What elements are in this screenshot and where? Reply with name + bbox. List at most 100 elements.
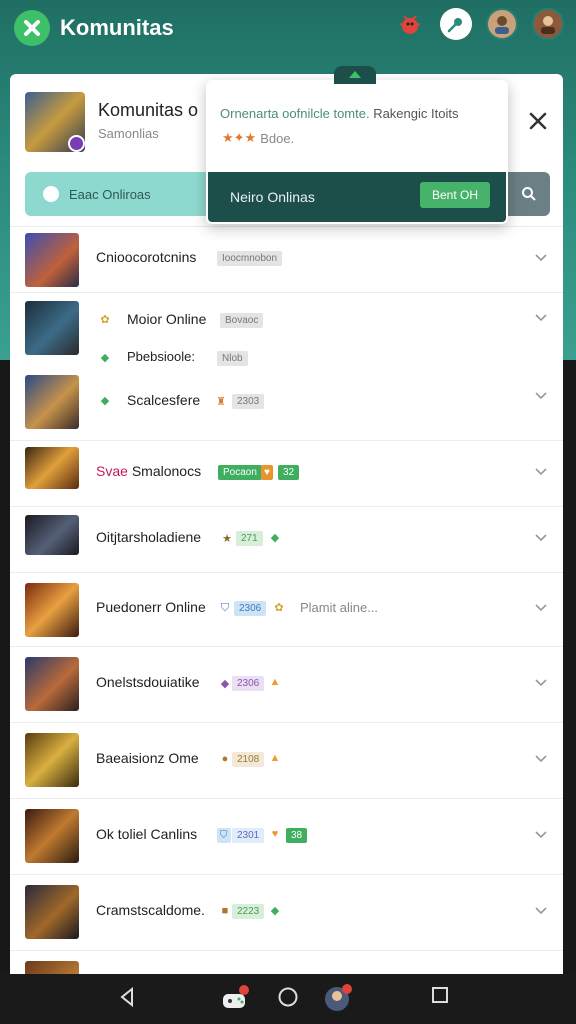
search-input[interactable]: Eaac Onliroas — [25, 172, 225, 216]
home-icon[interactable] — [277, 986, 299, 1008]
popup-action-bar: Neiro Onlinas Bent OH — [208, 172, 506, 222]
leaf-icon: ◆ — [100, 394, 110, 407]
item-name-text: Smalonocs — [131, 463, 202, 479]
game-thumbnail — [25, 233, 79, 287]
shield-tag: ⛉ — [217, 828, 231, 843]
profile-avatar-icon[interactable] — [323, 983, 353, 1013]
item-tag: Nlob — [217, 351, 248, 366]
chevron-down-icon[interactable] — [533, 529, 549, 545]
popup-action-button[interactable]: Bent OH — [420, 182, 490, 208]
gamepad-icon[interactable] — [220, 984, 250, 1014]
popup-text: Ornenarta oofnilcle tomte. Rakengic Itoi… — [220, 106, 458, 121]
item-extra: Plamit aline... — [300, 600, 379, 615]
chest-icon: ■ — [221, 905, 229, 917]
item-name: Baeaisionz Ome — [96, 750, 199, 766]
gem-icon: ◆ — [220, 677, 230, 690]
x-logo-icon[interactable] — [14, 10, 50, 46]
item-name: Scalcesfere — [127, 392, 201, 408]
item-tag: 271 — [236, 531, 263, 546]
chevron-down-icon[interactable] — [533, 902, 549, 918]
list-item[interactable]: Svae Smalonocs Pocaon ♥ 32 — [10, 440, 563, 506]
item-tag: Bovaoc — [220, 313, 264, 328]
warning-icon: ▲ — [269, 752, 281, 764]
chevron-down-icon[interactable] — [533, 599, 549, 615]
item-name: Puedonerr Online — [96, 599, 206, 615]
chevron-down-icon[interactable] — [533, 249, 549, 265]
item-name: Cnioocorotcnins — [96, 249, 197, 265]
item-name: Moior Online — [127, 311, 207, 327]
badge-icon — [68, 135, 85, 152]
search-chip-icon — [43, 186, 59, 202]
item-name: Ok toliel Canlins — [96, 826, 198, 842]
game-thumbnail — [25, 809, 79, 863]
item-name: Svae Smalonocs — [96, 463, 201, 479]
trophy-icon: ♜ — [216, 395, 226, 408]
leaf-icon: ◆ — [100, 351, 110, 364]
list-item[interactable] — [10, 950, 563, 974]
recent-apps-icon[interactable] — [431, 986, 449, 1004]
friend-avatar[interactable] — [532, 8, 564, 40]
popup-text-green: Ornenarta oofnilcle tomte. — [220, 106, 370, 121]
community-popup: Ornenarta oofnilcle tomte. Rakengic Itoi… — [206, 80, 508, 224]
close-icon[interactable] — [527, 110, 549, 132]
panel-title: Komunitas o — [98, 100, 199, 120]
item-name: Onelstsdouiatike — [96, 674, 200, 690]
popup-text-dark: Rakengic Itoits — [369, 106, 459, 121]
popup-pointer — [334, 66, 376, 84]
list-item[interactable]: Cramstscaldome. ■ 2223 ◆ — [10, 874, 563, 950]
chevron-down-icon[interactable] — [533, 674, 549, 690]
community-list: Cnioocorotcnins Ioocmnobon ✿ Moior Onlin… — [10, 226, 563, 974]
flower-icon: ✿ — [100, 313, 110, 326]
list-item[interactable]: Ok toliel Canlins ⛉ 2301 ♥ 38 — [10, 798, 563, 874]
app-bar: Komunitas — [0, 0, 576, 56]
chevron-down-icon[interactable] — [533, 826, 549, 842]
leaf-icon: ◆ — [270, 904, 280, 917]
popup-rating-label: Bdoe. — [260, 130, 295, 146]
user-avatar[interactable] — [486, 8, 518, 40]
popup-rating: ★✦★ Bdoe. — [222, 130, 294, 146]
item-tag: 32 — [278, 465, 300, 480]
item-name: Cramstscaldome. — [96, 902, 205, 918]
game-thumbnail — [25, 733, 79, 787]
crown-icon: ✿ — [274, 601, 284, 614]
list-item[interactable]: Puedonerr Online ⛉ 2306 ✿ Plamit aline..… — [10, 572, 563, 646]
warning-icon: ▲ — [269, 676, 281, 688]
search-button[interactable] — [508, 172, 550, 216]
list-item[interactable]: Cnioocorotcnins Ioocmnobon — [10, 226, 563, 292]
list-item[interactable]: Baeaisionz Ome ● 2108 ▲ — [10, 722, 563, 798]
game-thumbnail — [25, 515, 79, 555]
system-nav-bar — [0, 974, 576, 1024]
item-tag: Pocaon — [218, 465, 262, 480]
game-thumbnail — [25, 375, 79, 429]
key-icon[interactable] — [440, 8, 472, 40]
chevron-down-icon[interactable] — [533, 463, 549, 479]
item-name-prefix: Svae — [96, 463, 128, 479]
chevron-down-icon[interactable] — [533, 309, 549, 325]
shield-icon: ⛉ — [220, 601, 230, 614]
game-thumbnail — [25, 583, 79, 637]
item-tag: 2306 — [234, 601, 267, 616]
item-tag: 2301 — [232, 828, 265, 843]
popup-bar-label: Neiro Onlinas — [230, 189, 315, 205]
chevron-down-icon[interactable] — [533, 750, 549, 766]
chevron-down-icon[interactable] — [533, 387, 549, 403]
list-item[interactable]: Oitjtarsholadiene ★ 271 ◆ — [10, 506, 563, 572]
back-icon[interactable] — [118, 986, 136, 1008]
item-tag: Ioocmnobon — [217, 251, 283, 266]
game-thumbnail — [25, 447, 79, 489]
bug-icon[interactable] — [394, 8, 426, 40]
item-tag: 2108 — [232, 752, 265, 767]
item-name: Oitjtarsholadiene — [96, 529, 202, 545]
game-thumbnail — [25, 885, 79, 939]
list-item[interactable]: ✿ Moior Online Bovaoc ◆ Pbebsioole: Nlob… — [10, 292, 563, 440]
star-rating-icon: ★✦★ — [222, 130, 257, 145]
star-icon: ★ — [222, 532, 232, 545]
panel-subtitle: Samonlias — [98, 126, 159, 141]
search-label: Eaac Onliroas — [69, 186, 151, 202]
game-thumbnail — [25, 961, 79, 974]
list-item[interactable]: Onelstsdouiatike ◆ 2306 ▲ — [10, 646, 563, 722]
search-icon — [522, 187, 536, 201]
item-tag: 38 — [286, 828, 308, 843]
heart-icon: ♥ — [271, 828, 279, 840]
item-tag: 2303 — [232, 394, 265, 409]
